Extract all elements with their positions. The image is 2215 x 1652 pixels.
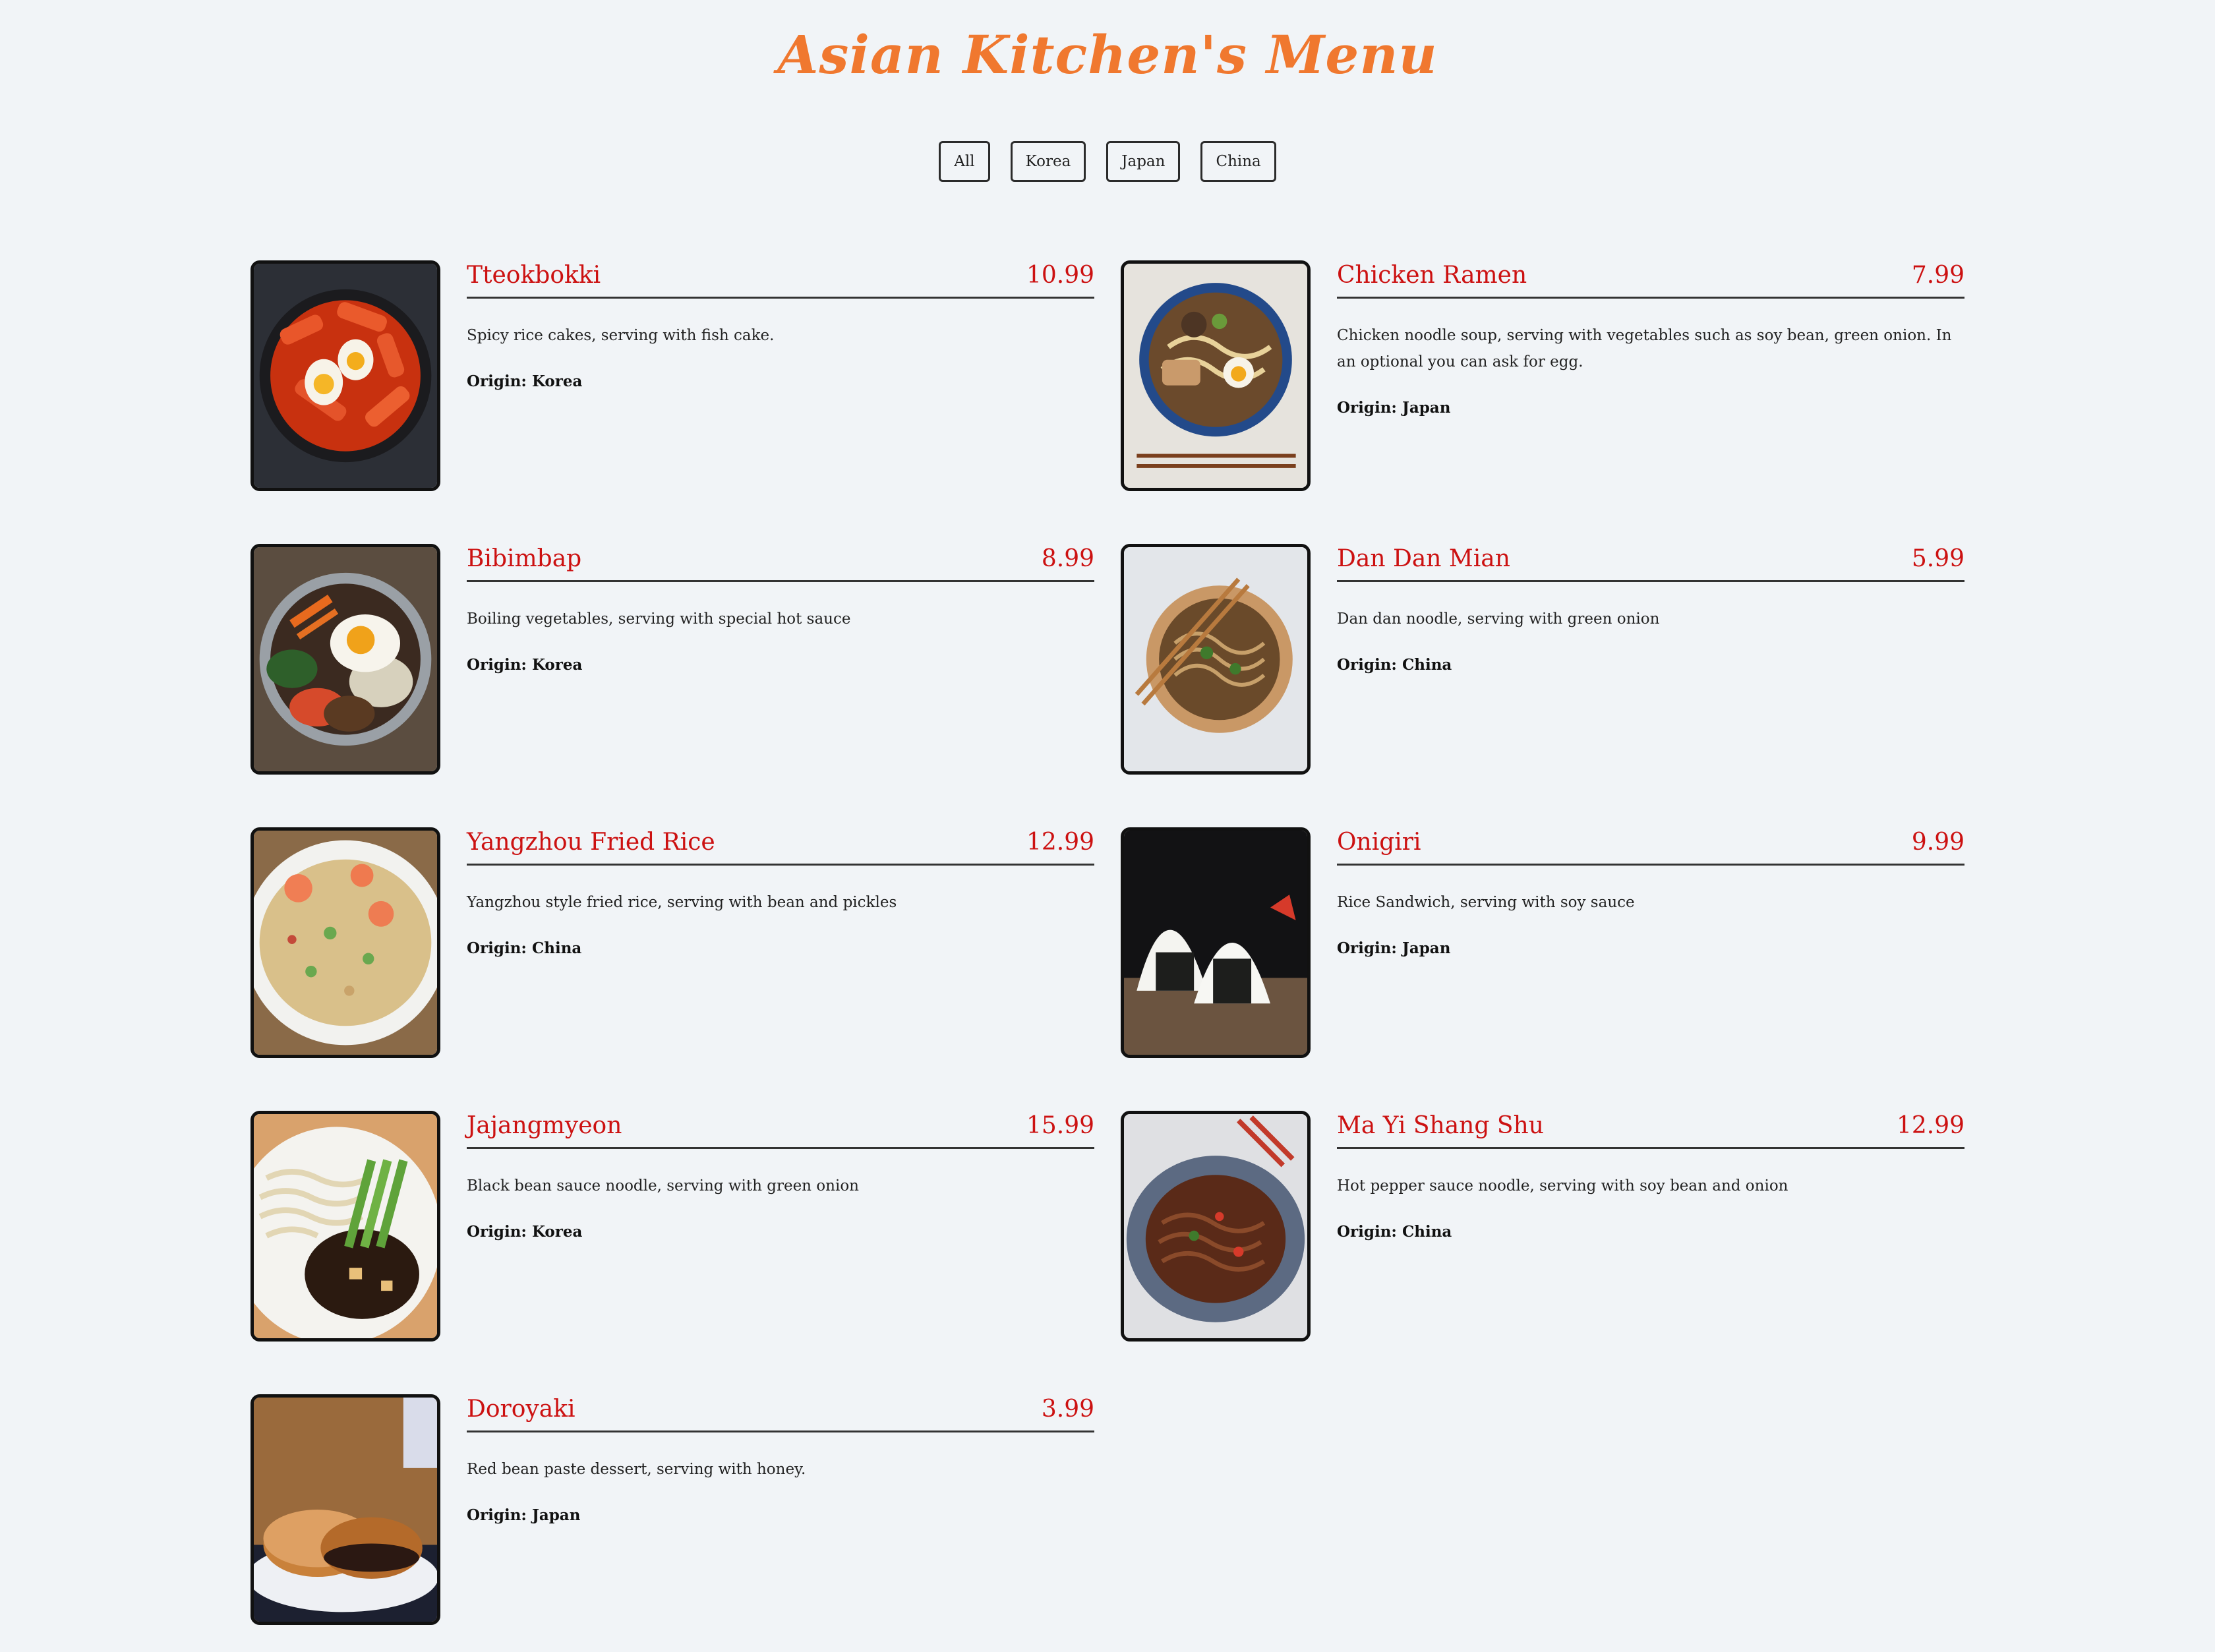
- item-price: 7.99: [1911, 262, 1964, 289]
- item-origin: Origin: Japan: [1337, 399, 1964, 417]
- item-origin: Origin: Japan: [467, 1506, 1094, 1524]
- filter-all-button[interactable]: All: [939, 141, 990, 182]
- menu-item: Ma Yi Shang Shu 12.99 Hot pepper sauce n…: [1121, 1111, 1964, 1342]
- origin-label: Origin:: [467, 1223, 527, 1241]
- page-title: Asian Kitchen's Menu: [777, 24, 1438, 86]
- item-origin: Origin: Korea: [467, 372, 1094, 390]
- menu-item: Bibimbap 8.99 Boiling vegetables, servin…: [251, 544, 1094, 775]
- origin-value: Korea: [531, 372, 583, 390]
- item-origin: Origin: China: [1337, 1223, 1964, 1241]
- item-header: Bibimbap 8.99: [467, 545, 1094, 582]
- item-description: Hot pepper sauce noodle, serving with so…: [1337, 1177, 1788, 1195]
- dandan-photo: [1121, 544, 1311, 775]
- item-header: Doroyaki 3.99: [467, 1396, 1094, 1432]
- origin-label: Origin:: [1337, 399, 1397, 417]
- bibimbap-photo: [251, 544, 440, 775]
- item-header: Chicken Ramen 7.99: [1337, 262, 1964, 299]
- item-price: 12.99: [1896, 1112, 1964, 1139]
- fried-rice-photo: [251, 827, 440, 1058]
- item-name: Chicken Ramen: [1337, 262, 1527, 289]
- item-description: Black bean sauce noodle, serving with gr…: [467, 1177, 859, 1195]
- item-name: Onigiri: [1337, 829, 1421, 856]
- item-price: 9.99: [1911, 829, 1964, 856]
- item-header: Tteokbokki 10.99: [467, 262, 1094, 299]
- item-origin: Origin: Korea: [467, 1223, 1094, 1241]
- category-filters: All Korea Japan China: [0, 141, 2215, 182]
- origin-value: Japan: [531, 1506, 581, 1524]
- ramen-photo: [1121, 260, 1311, 491]
- item-name: Doroyaki: [467, 1396, 576, 1423]
- jajangmyeon-photo: [251, 1111, 440, 1342]
- origin-value: China: [1402, 656, 1452, 674]
- item-price: 3.99: [1041, 1396, 1094, 1423]
- origin-value: Korea: [531, 1223, 583, 1241]
- item-header: Onigiri 9.99: [1337, 829, 1964, 866]
- menu-item: Tteokbokki 10.99 Spicy rice cakes, servi…: [251, 260, 1094, 491]
- item-name: Jajangmyeon: [467, 1112, 622, 1139]
- item-header: Yangzhou Fried Rice 12.99: [467, 829, 1094, 866]
- filter-korea-button[interactable]: Korea: [1010, 141, 1086, 182]
- menu-item: Chicken Ramen 7.99 Chicken noodle soup, …: [1121, 260, 1964, 491]
- item-name: Ma Yi Shang Shu: [1337, 1112, 1544, 1139]
- origin-value: Korea: [531, 656, 583, 674]
- item-price: 12.99: [1026, 829, 1094, 856]
- item-name: Dan Dan Mian: [1337, 545, 1510, 572]
- origin-label: Origin:: [1337, 939, 1397, 957]
- filter-china-button[interactable]: China: [1200, 141, 1276, 182]
- item-description: Boiling vegetables, serving with special…: [467, 610, 851, 628]
- menu-item: Onigiri 9.99 Rice Sandwich, serving with…: [1121, 827, 1964, 1058]
- item-description: Rice Sandwich, serving with soy sauce: [1337, 894, 1635, 911]
- origin-label: Origin:: [467, 656, 527, 674]
- filter-japan-button[interactable]: Japan: [1106, 141, 1181, 182]
- menu-item: Dan Dan Mian 5.99 Dan dan noodle, servin…: [1121, 544, 1964, 775]
- item-origin: Origin: Japan: [1337, 939, 1964, 957]
- origin-label: Origin:: [467, 1506, 527, 1524]
- mayi-photo: [1121, 1111, 1311, 1342]
- origin-label: Origin:: [1337, 656, 1397, 674]
- item-origin: Origin: Korea: [467, 656, 1094, 674]
- item-description: Chicken noodle soup, serving with vegeta…: [1337, 327, 1952, 370]
- item-price: 15.99: [1026, 1112, 1094, 1139]
- origin-label: Origin:: [1337, 1223, 1397, 1241]
- item-name: Bibimbap: [467, 545, 582, 572]
- origin-value: China: [1402, 1223, 1452, 1241]
- menu-item: Jajangmyeon 15.99 Black bean sauce noodl…: [251, 1111, 1094, 1342]
- item-origin: Origin: China: [1337, 656, 1964, 674]
- item-name: Tteokbokki: [467, 262, 601, 289]
- menu-item: Doroyaki 3.99 Red bean paste dessert, se…: [251, 1394, 1094, 1625]
- origin-value: Japan: [1402, 399, 1451, 417]
- item-price: 5.99: [1911, 545, 1964, 572]
- origin-value: China: [531, 939, 582, 957]
- item-description: Red bean paste dessert, serving with hon…: [467, 1461, 806, 1478]
- item-header: Jajangmyeon 15.99: [467, 1112, 1094, 1149]
- item-header: Dan Dan Mian 5.99: [1337, 545, 1964, 582]
- origin-label: Origin:: [467, 372, 527, 390]
- item-name: Yangzhou Fried Rice: [467, 829, 715, 856]
- tteokbokki-photo: [251, 260, 440, 491]
- item-description: Yangzhou style fried rice, serving with …: [467, 894, 897, 911]
- item-description: Dan dan noodle, serving with green onion: [1337, 610, 1660, 628]
- item-price: 8.99: [1041, 545, 1094, 572]
- item-origin: Origin: China: [467, 939, 1094, 957]
- item-header: Ma Yi Shang Shu 12.99: [1337, 1112, 1964, 1149]
- origin-value: Japan: [1402, 939, 1451, 957]
- onigiri-photo: [1121, 827, 1311, 1058]
- menu-item: Yangzhou Fried Rice 12.99 Yangzhou style…: [251, 827, 1094, 1058]
- dorayaki-photo: [251, 1394, 440, 1625]
- item-price: 10.99: [1026, 262, 1094, 289]
- origin-label: Origin:: [467, 939, 527, 957]
- item-description: Spicy rice cakes, serving with fish cake…: [467, 327, 775, 344]
- menu-grid: Tteokbokki 10.99 Spicy rice cakes, servi…: [251, 260, 1964, 1625]
